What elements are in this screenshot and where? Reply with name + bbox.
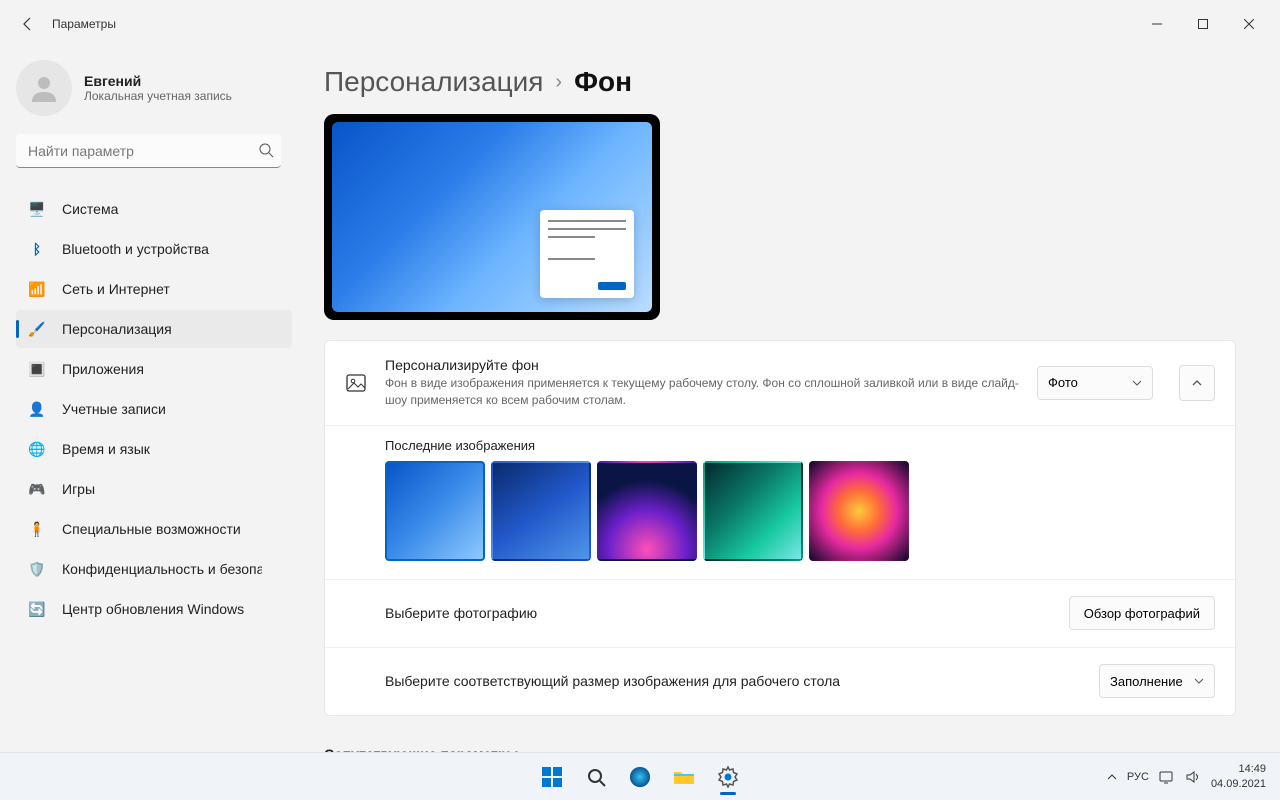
window-controls	[1134, 8, 1272, 40]
tray-volume-icon[interactable]	[1185, 770, 1201, 784]
tray-date: 04.09.2021	[1211, 777, 1266, 791]
recent-image-5[interactable]	[809, 461, 909, 561]
choose-photo-label: Выберите фотографию	[385, 605, 1051, 621]
shield-icon: 🛡️	[28, 560, 46, 578]
tray-language[interactable]: РУС	[1127, 771, 1149, 783]
nav-label: Время и язык	[62, 441, 150, 457]
tray-network-icon[interactable]	[1159, 770, 1175, 784]
breadcrumb: Персонализация › Фон	[324, 66, 1236, 98]
nav-label: Сеть и Интернет	[62, 281, 170, 297]
tray-time: 14:49	[1211, 762, 1266, 776]
user-subtitle: Локальная учетная запись	[84, 89, 232, 103]
recent-image-2[interactable]	[491, 461, 591, 561]
accessibility-icon: 🧍	[28, 520, 46, 538]
fit-dropdown[interactable]: Заполнение	[1099, 664, 1215, 698]
nav-label: Приложения	[62, 361, 144, 377]
dropdown-value: Заполнение	[1110, 674, 1183, 689]
taskbar-explorer-button[interactable]	[664, 757, 704, 797]
collapse-button[interactable]	[1179, 365, 1215, 401]
nav-accessibility[interactable]: 🧍 Специальные возможности	[16, 510, 292, 548]
bluetooth-icon: ᛒ	[28, 240, 46, 258]
tray-chevron-icon[interactable]	[1107, 772, 1117, 782]
nav-accounts[interactable]: 👤 Учетные записи	[16, 390, 292, 428]
nav-label: Персонализация	[62, 321, 172, 337]
recent-image-3[interactable]	[597, 461, 697, 561]
search-icon[interactable]	[258, 142, 274, 158]
nav-privacy[interactable]: 🛡️ Конфиденциальность и безопасность	[16, 550, 292, 588]
taskbar: РУС 14:49 04.09.2021	[0, 752, 1280, 800]
wifi-icon: 📶	[28, 280, 46, 298]
preview-window-mock	[540, 210, 634, 298]
personalize-card: Персонализируйте фон Фон в виде изображе…	[324, 340, 1236, 716]
nav-label: Система	[62, 201, 118, 217]
nav-time-lang[interactable]: 🌐 Время и язык	[16, 430, 292, 468]
update-icon: 🔄	[28, 600, 46, 618]
chevron-down-icon	[1194, 676, 1204, 686]
window-title: Параметры	[52, 17, 116, 31]
search-input[interactable]	[16, 134, 281, 168]
gamepad-icon: 🎮	[28, 480, 46, 498]
monitor-icon: 🖥️	[28, 200, 46, 218]
chevron-down-icon	[1132, 378, 1142, 388]
recent-image-1[interactable]	[385, 461, 485, 561]
user-block[interactable]: Евгений Локальная учетная запись	[16, 60, 292, 116]
tray-clock[interactable]: 14:49 04.09.2021	[1211, 762, 1266, 791]
titlebar: Параметры	[0, 0, 1280, 48]
start-button[interactable]	[532, 757, 572, 797]
image-icon	[345, 372, 367, 394]
brush-icon: 🖌️	[28, 320, 46, 338]
chevron-up-icon	[1191, 377, 1203, 389]
main-content: Персонализация › Фон Персонализируй	[300, 48, 1280, 752]
breadcrumb-parent[interactable]: Персонализация	[324, 66, 543, 98]
recent-images-section: Последние изображения	[325, 425, 1235, 579]
card-title: Персонализируйте фон	[385, 357, 1019, 373]
nav-network[interactable]: 📶 Сеть и Интернет	[16, 270, 292, 308]
minimize-button[interactable]	[1134, 8, 1180, 40]
nav-system[interactable]: 🖥️ Система	[16, 190, 292, 228]
user-name: Евгений	[84, 73, 232, 89]
nav-label: Центр обновления Windows	[62, 601, 244, 617]
nav-update[interactable]: 🔄 Центр обновления Windows	[16, 590, 292, 628]
taskbar-search-button[interactable]	[576, 757, 616, 797]
avatar-icon	[16, 60, 72, 116]
browse-photos-button[interactable]: Обзор фотографий	[1069, 596, 1215, 630]
nav-bluetooth[interactable]: ᛒ Bluetooth и устройства	[16, 230, 292, 268]
chevron-right-icon: ›	[555, 71, 562, 94]
breadcrumb-current: Фон	[574, 66, 632, 98]
person-icon: 👤	[28, 400, 46, 418]
dropdown-value: Фото	[1048, 375, 1078, 390]
recent-image-4[interactable]	[703, 461, 803, 561]
taskbar-settings-button[interactable]	[708, 757, 748, 797]
nav-label: Учетные записи	[62, 401, 166, 417]
back-button[interactable]	[8, 4, 48, 44]
fit-label: Выберите соответствующий размер изображе…	[385, 673, 1081, 689]
card-description: Фон в виде изображения применяется к тек…	[385, 375, 1019, 409]
sidebar: Евгений Локальная учетная запись 🖥️ Систе…	[0, 48, 300, 752]
nav-label: Специальные возможности	[62, 521, 241, 537]
nav-apps[interactable]: 🔳 Приложения	[16, 350, 292, 388]
nav-label: Игры	[62, 481, 95, 497]
taskbar-edge-button[interactable]	[620, 757, 660, 797]
recent-label: Последние изображения	[385, 438, 1175, 453]
nav-list: 🖥️ Система ᛒ Bluetooth и устройства 📶 Сеть …	[16, 190, 292, 628]
maximize-button[interactable]	[1180, 8, 1226, 40]
nav-gaming[interactable]: 🎮 Игры	[16, 470, 292, 508]
search-box	[16, 134, 292, 168]
nav-label: Конфиденциальность и безопасность	[62, 561, 262, 577]
background-type-dropdown[interactable]: Фото	[1037, 366, 1153, 400]
globe-icon: 🌐	[28, 440, 46, 458]
apps-icon: 🔳	[28, 360, 46, 378]
desktop-preview	[324, 114, 660, 320]
nav-personalization[interactable]: 🖌️ Персонализация	[16, 310, 292, 348]
close-button[interactable]	[1226, 8, 1272, 40]
nav-label: Bluetooth и устройства	[62, 241, 209, 257]
